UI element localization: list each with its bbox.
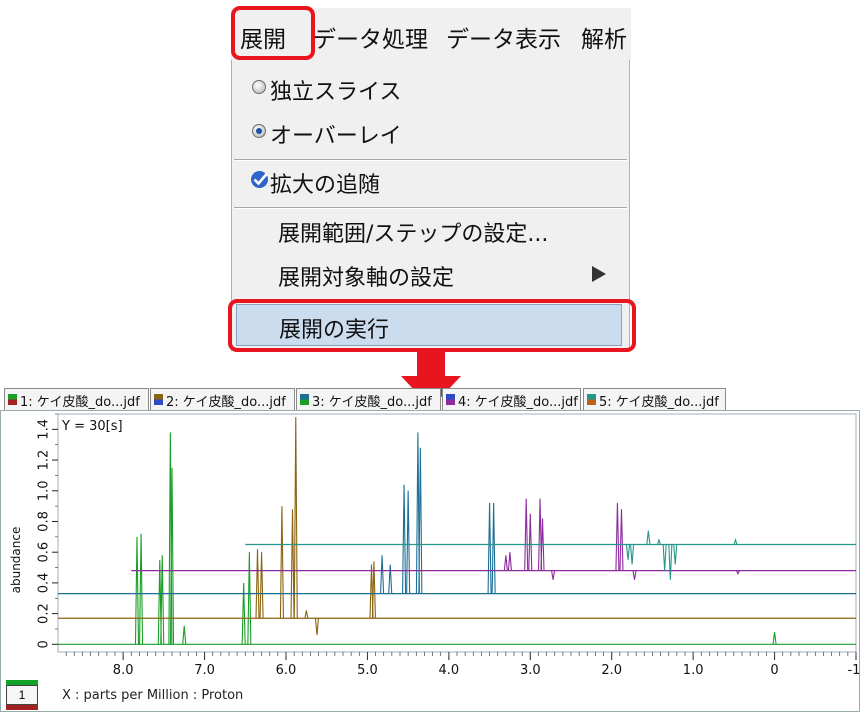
tab-spectrum-4[interactable]: 4: ケイ皮酸_do...jdf: [442, 388, 581, 410]
page-number: 1: [6, 685, 38, 705]
x-tick-label: 2.0: [601, 663, 622, 678]
y-tick-label: 1.2: [37, 450, 52, 471]
menu-item-range-step-settings[interactable]: 展開範囲/ステップの設定...: [232, 208, 629, 252]
y-annotation: Y = 30[s]: [61, 419, 123, 434]
y-tick-label: 0: [37, 640, 52, 648]
menu-item-independent-slice[interactable]: 独立スライス: [232, 66, 629, 110]
x-axis-label: X : parts per Million : Proton: [62, 688, 244, 703]
menu-data-display[interactable]: データ表示: [446, 20, 561, 54]
menu-item-label: 展開範囲/ステップの設定...: [278, 222, 549, 247]
menu-item-label: 独立スライス: [270, 80, 402, 105]
spectrum-plot[interactable]: Y = 30[s] abundance 8.0 7.0 6.0 5.0 4.0 3.0 2.…: [0, 410, 860, 680]
x-tick-label: 7.0: [194, 663, 215, 678]
submenu-arrow-icon: [592, 266, 606, 282]
menu-data-processing[interactable]: データ処理: [313, 20, 428, 54]
y-axis-label: abundance: [9, 527, 23, 594]
x-tick-label: 6.0: [276, 663, 297, 678]
x-tick-label: 4.0: [439, 663, 460, 678]
spectrum-tab-bar: 1: ケイ皮酸_do...jdf 2: ケイ皮酸_do...jdf 3: ケイ皮…: [0, 388, 862, 412]
menu-item-label: オーバーレイ: [270, 124, 402, 149]
tab-spectrum-2[interactable]: 2: ケイ皮酸_do...jdf: [150, 388, 295, 410]
y-tick-label: 0.2: [37, 603, 52, 624]
menu-item-label: 拡大の追随: [270, 173, 381, 198]
x-tick-label: 8.0: [113, 663, 134, 678]
tab-spectrum-5[interactable]: 5: ケイ皮酸_do...jdf: [583, 388, 726, 410]
menu-item-axis-settings[interactable]: 展開対象軸の設定: [232, 252, 629, 296]
x-tick-label: 5.0: [357, 663, 378, 678]
y-tick-label: 1.0: [37, 480, 52, 501]
page-color-stripe: [6, 705, 38, 710]
tab-color-swatch: [154, 394, 163, 405]
y-tick-label: 0.6: [37, 542, 52, 563]
page-indicator[interactable]: 1: [6, 680, 38, 710]
highlight-menu-expand: [231, 6, 315, 60]
tab-label: 2: ケイ皮酸_do...jdf: [166, 395, 286, 410]
tab-label: 3: ケイ皮酸_do...jdf: [312, 395, 432, 410]
tab-label: 1: ケイ皮酸_do...jdf: [20, 395, 140, 410]
highlight-menu-execute: [228, 299, 636, 352]
y-tick-label: 0.4: [37, 573, 52, 594]
menu-item-overlay[interactable]: オーバーレイ: [232, 110, 629, 154]
tab-color-swatch: [8, 394, 17, 405]
x-tick-label: 3.0: [520, 663, 541, 678]
tab-label: 5: ケイ皮酸_do...jdf: [599, 395, 719, 410]
radio-unselected-icon: [252, 80, 266, 94]
tab-color-swatch: [446, 394, 455, 405]
tab-color-swatch: [587, 394, 596, 405]
y-tick-label: 1.4: [37, 419, 52, 440]
tab-label: 4: ケイ皮酸_do...jdf: [458, 395, 578, 410]
tab-color-swatch: [300, 394, 309, 405]
x-tick-label: 1.0: [683, 663, 704, 678]
tab-spectrum-1[interactable]: 1: ケイ皮酸_do...jdf: [4, 388, 149, 410]
x-tick-label: -1.: [847, 663, 860, 678]
menu-item-follow-zoom[interactable]: 拡大の追随: [232, 159, 629, 203]
y-tick-label: 0.8: [37, 511, 52, 532]
x-tick-label: 0: [770, 663, 778, 678]
menu-item-label: 展開対象軸の設定: [278, 266, 455, 291]
tab-spectrum-3[interactable]: 3: ケイ皮酸_do...jdf: [296, 388, 441, 410]
checkmark-icon: [251, 171, 268, 188]
radio-selected-icon: [252, 124, 266, 138]
menu-analysis[interactable]: 解析: [581, 20, 627, 54]
